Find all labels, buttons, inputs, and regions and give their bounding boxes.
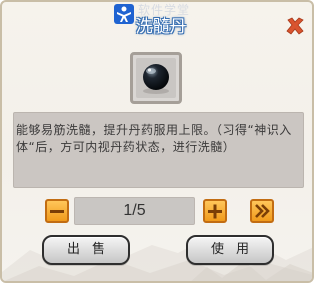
item-detail-panel: 软件学堂 洗髓丹 能够易筋洗髓，提升丹药服用上限。（习得“神识入体“后，方可内视… (0, 0, 314, 283)
use-button-label: 使用 (210, 242, 261, 257)
item-title: 洗髓丹 (135, 17, 187, 37)
minus-icon (50, 210, 64, 213)
use-button[interactable]: 使用 (186, 235, 274, 265)
plus-icon (208, 204, 222, 219)
decrease-quantity-button[interactable] (45, 199, 69, 223)
item-slot-inner (136, 58, 176, 98)
black-pill-icon (143, 64, 169, 94)
item-description: 能够易筋洗髓，提升丹药服用上限。（习得“神识入体“后，方可内视丹药状态，进行洗髓… (16, 123, 292, 154)
close-icon (286, 17, 304, 35)
sell-button-label: 出售 (66, 242, 117, 257)
double-chevron-right-icon (255, 204, 270, 218)
sell-button[interactable]: 出售 (42, 235, 130, 265)
increase-quantity-button[interactable] (203, 199, 227, 223)
max-quantity-button[interactable] (250, 199, 274, 223)
quantity-display: 1/5 (123, 202, 146, 219)
close-button[interactable] (284, 15, 306, 37)
item-slot (130, 52, 182, 104)
